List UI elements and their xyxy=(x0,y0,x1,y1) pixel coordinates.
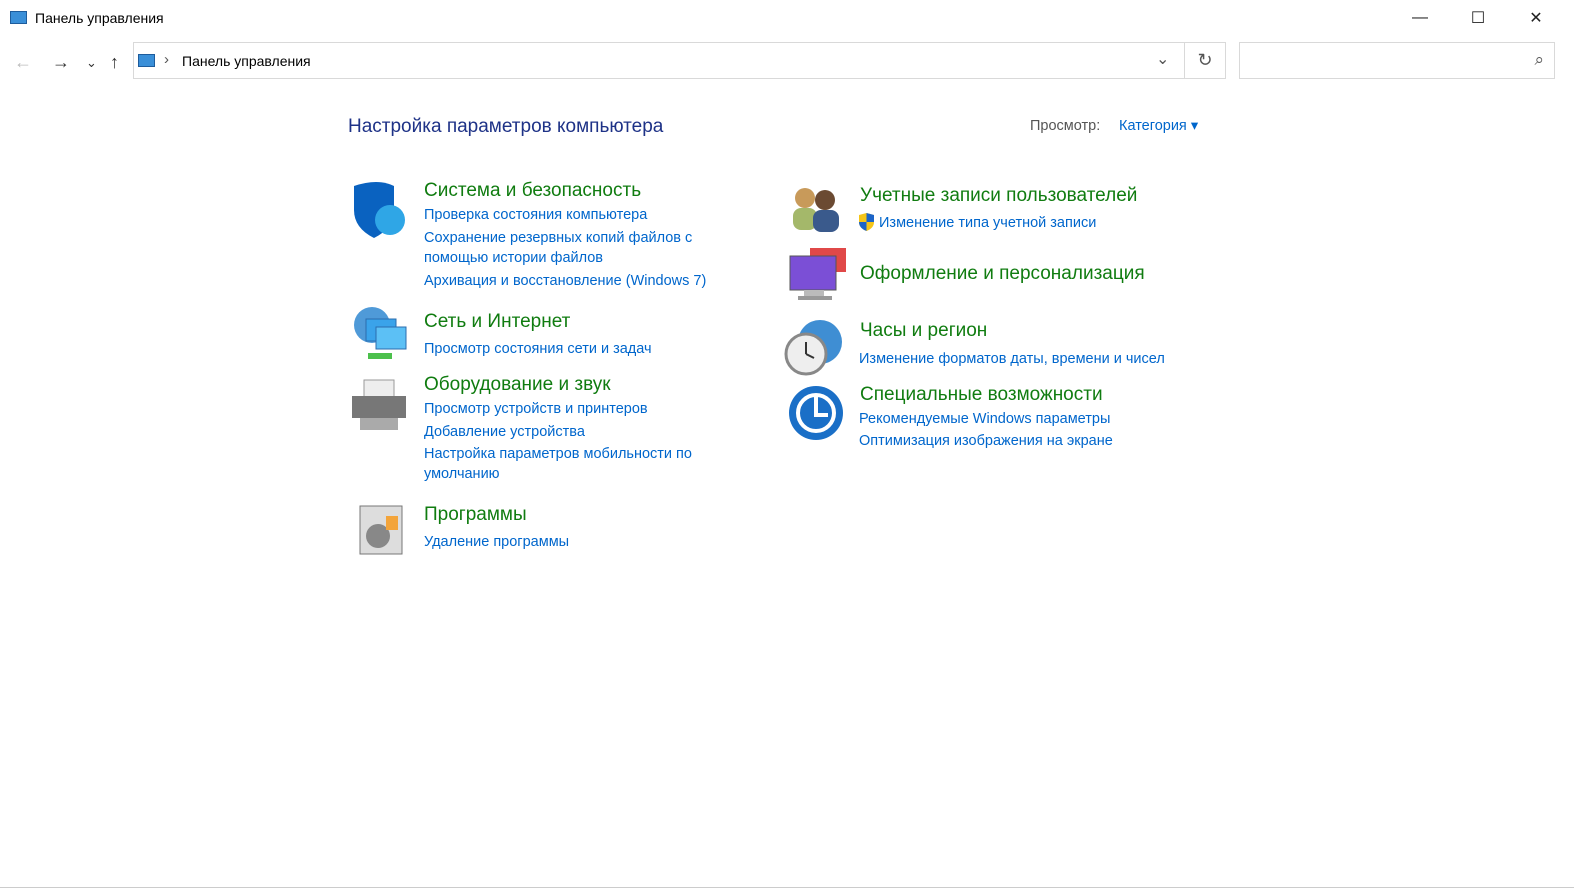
minimize-button[interactable]: — xyxy=(1397,0,1443,36)
link-recommended-settings[interactable]: Рекомендуемые Windows параметры xyxy=(859,409,1110,429)
recent-locations-button[interactable]: ⌄ xyxy=(86,55,97,71)
address-bar[interactable]: › Панель управления ⌄ xyxy=(133,42,1185,79)
network-icon xyxy=(350,305,408,363)
link-date-time-formats[interactable]: Изменение форматов даты, времени и чисел xyxy=(859,349,1165,369)
category-system-security[interactable]: Система и безопасность xyxy=(424,180,641,202)
link-change-account-type[interactable]: Изменение типа учетной записи xyxy=(879,213,1096,233)
breadcrumb-separator[interactable]: › xyxy=(164,51,169,68)
category-user-accounts[interactable]: Учетные записи пользователей xyxy=(860,185,1137,207)
page-title: Настройка параметров компьютера xyxy=(348,116,664,137)
view-by-value: Категория xyxy=(1119,118,1187,134)
maximize-button[interactable]: ☐ xyxy=(1455,0,1501,36)
accessibility-icon xyxy=(788,385,846,443)
link-check-status[interactable]: Проверка состояния компьютера xyxy=(424,205,647,225)
link-mobility-settings[interactable]: Настройка параметров мобильности по умол… xyxy=(424,444,724,484)
category-ease-of-access[interactable]: Специальные возможности xyxy=(860,384,1103,406)
view-label: Просмотр: xyxy=(1030,118,1101,134)
category-hardware-sound[interactable]: Оборудование и звук xyxy=(424,374,611,396)
forward-button[interactable]: → xyxy=(52,52,70,73)
link-add-device[interactable]: Добавление устройства xyxy=(424,422,585,442)
close-button[interactable]: ✕ xyxy=(1513,0,1559,36)
back-button[interactable]: ← xyxy=(14,52,32,73)
shield-icon xyxy=(350,182,408,240)
link-network-status[interactable]: Просмотр состояния сети и задач xyxy=(424,339,652,359)
clock-globe-icon xyxy=(784,318,842,376)
category-programs[interactable]: Программы xyxy=(424,504,527,526)
personalization-icon xyxy=(788,248,846,306)
uac-shield-icon xyxy=(858,213,875,231)
refresh-button[interactable]: ↻ xyxy=(1185,42,1226,79)
window-bottom-border xyxy=(0,887,1574,888)
users-icon xyxy=(787,184,845,242)
category-appearance-personalization[interactable]: Оформление и персонализация xyxy=(860,263,1145,285)
programs-icon xyxy=(354,502,412,560)
link-optimize-display[interactable]: Оптимизация изображения на экране xyxy=(859,431,1113,451)
control-panel-icon xyxy=(10,11,27,24)
window-title: Панель управления xyxy=(35,10,164,26)
category-clock-region[interactable]: Часы и регион xyxy=(860,320,987,342)
breadcrumb-control-panel[interactable]: Панель управления xyxy=(182,53,311,69)
category-network-internet[interactable]: Сеть и Интернет xyxy=(424,311,570,333)
view-by-dropdown[interactable]: Категория ▾ xyxy=(1119,118,1198,134)
search-icon: ⌕ xyxy=(1534,50,1544,69)
up-button[interactable]: ↑ xyxy=(110,52,119,73)
link-file-history[interactable]: Сохранение резервных копий файлов с помо… xyxy=(424,228,724,268)
link-uninstall-program[interactable]: Удаление программы xyxy=(424,532,569,552)
printer-icon xyxy=(350,378,408,436)
link-devices-printers[interactable]: Просмотр устройств и принтеров xyxy=(424,399,648,419)
link-backup-restore[interactable]: Архивация и восстановление (Windows 7) xyxy=(424,271,706,291)
address-dropdown-button[interactable]: ⌄ xyxy=(1156,49,1169,69)
control-panel-icon xyxy=(138,54,155,67)
search-input[interactable]: ⌕ xyxy=(1239,42,1555,79)
chevron-down-icon: ▾ xyxy=(1190,118,1199,134)
